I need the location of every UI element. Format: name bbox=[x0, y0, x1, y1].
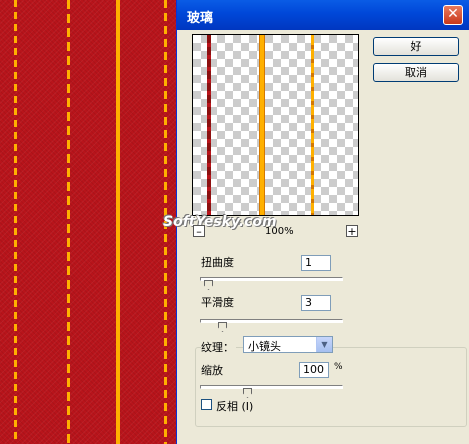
filter-preview[interactable] bbox=[192, 34, 359, 216]
dialog-title: 玻璃 bbox=[187, 11, 214, 26]
ok-button[interactable]: 好 bbox=[373, 37, 459, 56]
scaling-input[interactable]: 100 bbox=[299, 362, 329, 378]
watermark: SoftYesky.com bbox=[163, 214, 277, 230]
texture-label: 纹理： bbox=[201, 339, 236, 355]
cancel-button[interactable]: 取消 bbox=[373, 63, 459, 82]
preview-dashed-stripe bbox=[311, 35, 314, 215]
scaling-slider-track[interactable] bbox=[200, 385, 343, 389]
solid-stripe bbox=[116, 0, 120, 444]
preview-solid-stripe bbox=[259, 35, 265, 215]
invert-checkbox[interactable] bbox=[201, 399, 212, 410]
scaling-unit: % bbox=[334, 362, 343, 372]
zoom-level: 100% bbox=[265, 226, 294, 237]
invert-label: 反相 (I) bbox=[216, 400, 254, 413]
smoothness-label: 平滑度 bbox=[201, 296, 234, 309]
preview-dashed-stripe bbox=[207, 35, 211, 215]
zoom-in-button[interactable]: + bbox=[346, 225, 358, 237]
distortion-slider-track[interactable] bbox=[200, 277, 343, 281]
smoothness-input[interactable]: 3 bbox=[301, 295, 331, 311]
texture-value: 小镜头 bbox=[248, 340, 281, 353]
dashed-stripe bbox=[14, 0, 17, 444]
distortion-input[interactable]: 1 bbox=[301, 255, 331, 271]
scaling-label: 缩放 bbox=[201, 364, 223, 377]
dashed-stripe bbox=[67, 0, 70, 444]
texture-select[interactable]: 小镜头 ▼ bbox=[243, 336, 333, 353]
chevron-down-icon[interactable]: ▼ bbox=[316, 337, 332, 352]
zoom-out-button[interactable]: – bbox=[193, 225, 205, 237]
distortion-label: 扭曲度 bbox=[201, 256, 234, 269]
title-bar[interactable]: 玻璃 ✕ bbox=[177, 0, 469, 30]
close-icon[interactable]: ✕ bbox=[443, 5, 463, 25]
